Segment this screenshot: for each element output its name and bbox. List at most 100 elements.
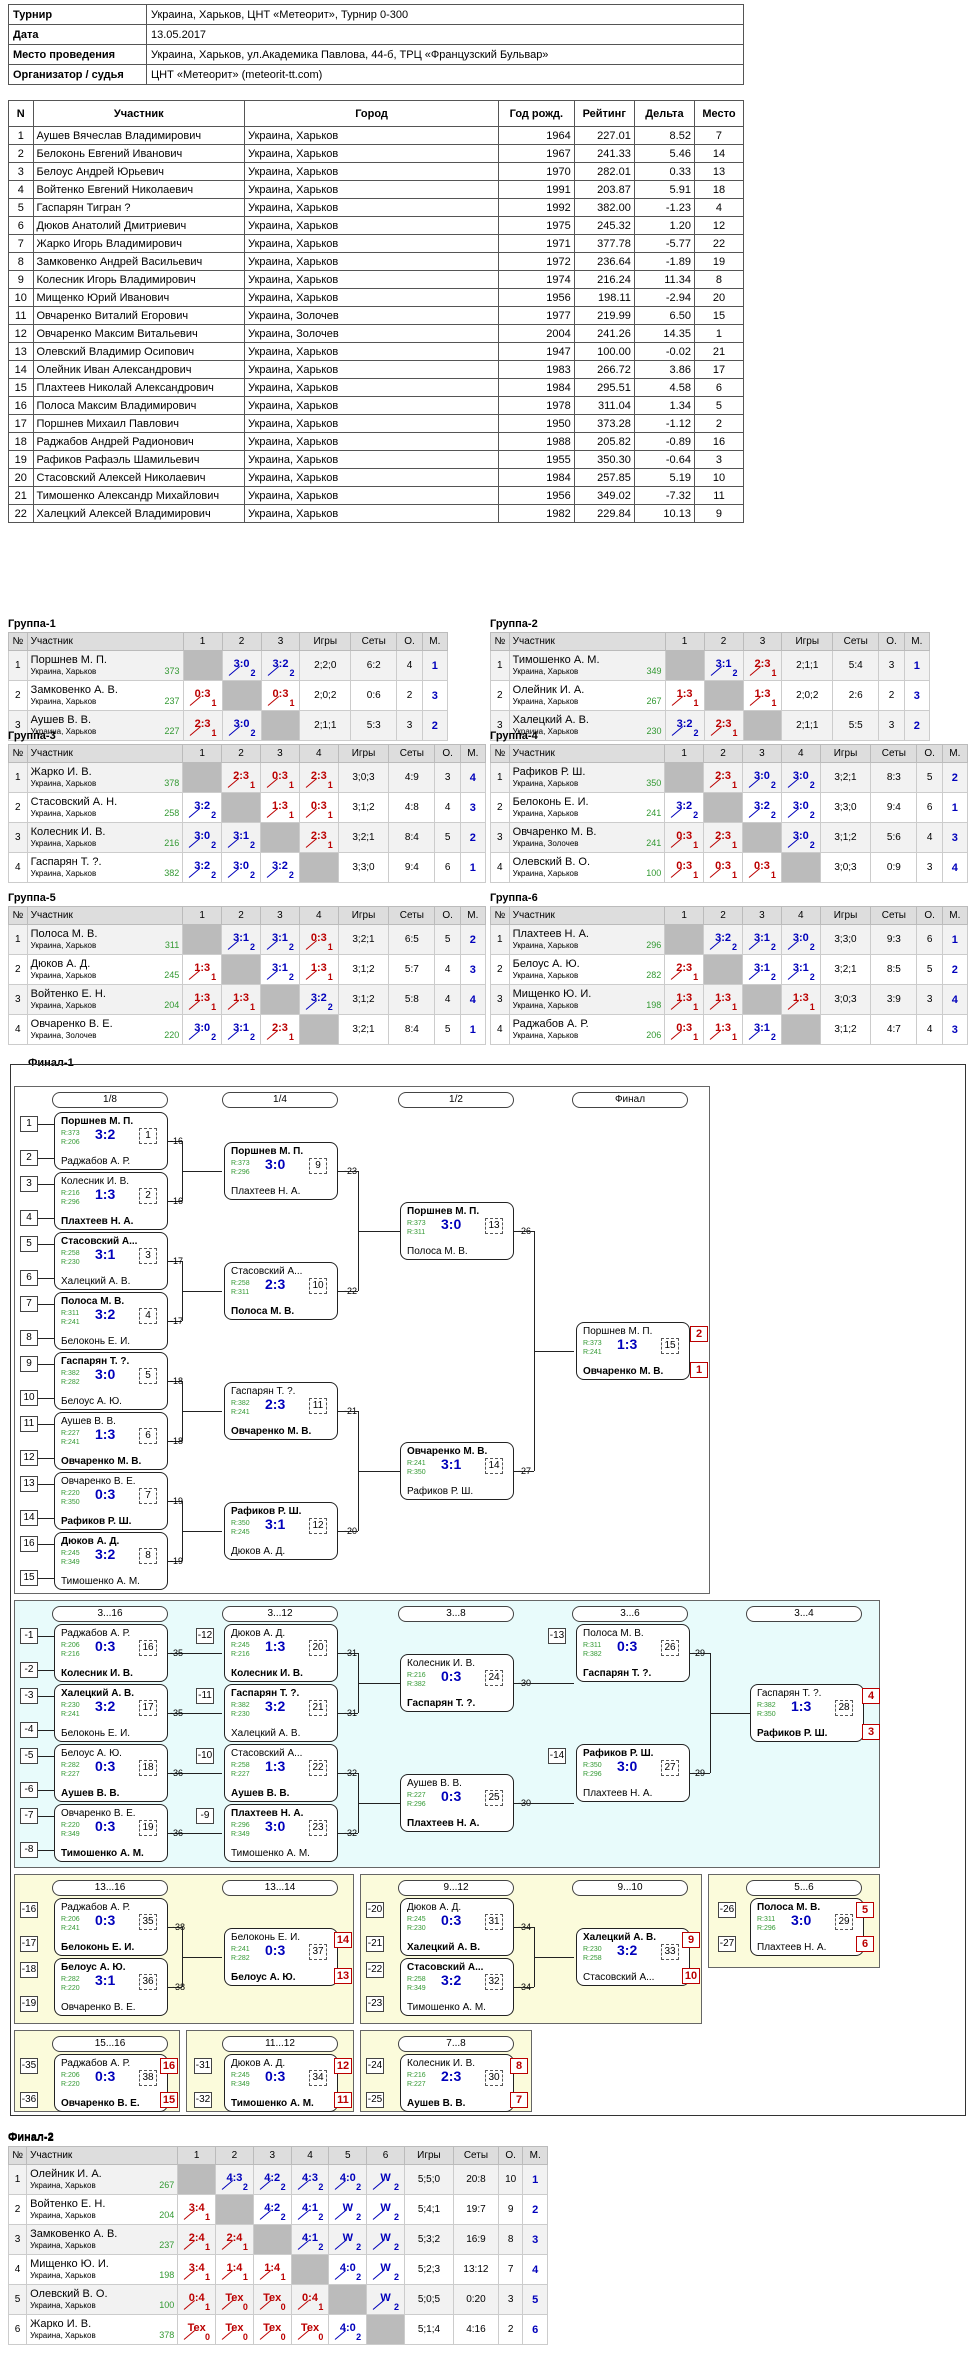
- seed-box: -5: [20, 1748, 38, 1764]
- seed-box: -16: [20, 1902, 38, 1918]
- player-cell: 6: [8, 216, 34, 235]
- group-header-col: 6: [366, 2146, 405, 2165]
- bracket-line: [38, 1850, 54, 1851]
- group-participant: Дюков А. Д. Украина, Харьков 245: [26, 954, 184, 985]
- result-box: 3:1 2: [743, 925, 781, 954]
- player-cell: 1970: [497, 162, 575, 181]
- group-result-cell: Tex 0: [252, 2284, 292, 2315]
- group-row: 3 Колесник И. В. Украина, Харьков 216 3:0 2 3:…: [8, 822, 487, 853]
- player-cell: 219.99: [573, 306, 635, 325]
- participant-name: Дюков А. Д.: [30, 957, 91, 970]
- player-cell: Украина, Харьков: [244, 288, 499, 307]
- round-label: 13...14: [222, 1880, 338, 1896]
- round-label: 3...8: [398, 1606, 514, 1622]
- match-rating-b: R:296: [583, 1771, 602, 1778]
- group-header-games: Игры: [781, 632, 834, 651]
- group-result-cell: 0:3 1: [742, 852, 782, 883]
- seed-box: -4: [20, 1722, 38, 1738]
- place-box: 7: [510, 2092, 528, 2108]
- player-cell: 1977: [497, 306, 575, 325]
- round-label: 1/8: [52, 1092, 168, 1108]
- result-box: 3:2 2: [183, 793, 221, 822]
- player-cell: 7: [8, 234, 34, 253]
- result-points: 1: [205, 2272, 211, 2282]
- result-points: 2: [211, 840, 217, 850]
- drop-label: -36: [170, 1828, 184, 1838]
- player-cell: -0.02: [633, 342, 695, 361]
- result-points: 2: [770, 780, 776, 790]
- group-header-place: М.: [522, 2146, 548, 2165]
- place-box: 3: [862, 1724, 880, 1740]
- players-header-cell: Город: [244, 100, 499, 127]
- player-cell: 203.87: [573, 180, 635, 199]
- group-header-no: №: [8, 632, 28, 651]
- group-result-cell: 3:0 2: [221, 650, 262, 681]
- match-player-b: Плахтеев Н. А.: [61, 1216, 134, 1227]
- match-number: 11: [309, 1398, 327, 1414]
- result-points: 1: [280, 2272, 286, 2282]
- place-box: 5: [856, 1902, 874, 1918]
- participant-rating: 204: [159, 2210, 175, 2220]
- player-cell: Украина, Харьков: [244, 252, 499, 271]
- result-box: 4:1 2: [292, 2225, 329, 2254]
- tournament-info-table: Турнир Украина, Харьков, ЦНТ «Метеорит», …: [8, 4, 744, 85]
- result-points: 1: [693, 1032, 699, 1042]
- match-score: 3:2: [617, 1942, 638, 1958]
- group-result-cell: W2: [328, 2224, 368, 2255]
- group-result-cell: W2: [366, 2284, 405, 2315]
- seed-box: -10: [196, 1748, 214, 1764]
- group-header-games: Игры: [337, 744, 390, 763]
- round-label: 5...6: [746, 1880, 862, 1896]
- player-cell: 0.33: [633, 162, 695, 181]
- result-points: 2: [211, 1032, 217, 1042]
- participant-city: Украина, Харьков: [30, 2240, 96, 2250]
- group-participant: Овчаренко В. Е. Украина, Золочев 220: [26, 1014, 184, 1045]
- player-row: 22 Халецкий Алексей Владимирович Украина, …: [8, 504, 745, 523]
- result-box: 0:3 1: [665, 823, 703, 852]
- player-cell: 4.58: [633, 378, 695, 397]
- participant-name: Халецкий А. В.: [512, 713, 589, 726]
- round-label: 13...16: [52, 1880, 168, 1896]
- group-table: № Участник 1 2 3 4 5 6 Игры Сеты О. М. 1 Олейник И. А…: [7, 2146, 548, 2345]
- group-result-cell: 0:3 1: [260, 762, 300, 793]
- seed-box: 9: [20, 1356, 38, 1372]
- player-cell: Жарко Игорь Владимирович: [32, 234, 246, 253]
- result-points: 1: [242, 2242, 248, 2252]
- group-points: 5: [434, 822, 461, 853]
- group-header-col: 3: [260, 744, 300, 763]
- group-result-cell: 3:0 2: [780, 762, 821, 793]
- group-header-place: М.: [421, 632, 449, 651]
- group-row-no: 6: [7, 2314, 28, 2345]
- bracket-line: [338, 1833, 358, 1834]
- group-result-cell: Tex 0: [290, 2314, 330, 2345]
- result-box: 2:4 1: [216, 2225, 253, 2254]
- bracket-line: [38, 1816, 54, 1817]
- participant-rating: 267: [159, 2180, 175, 2190]
- match-score: 0:3: [95, 1818, 116, 1834]
- group-place: 4: [459, 762, 487, 793]
- match-score: 2:3: [441, 2068, 462, 2084]
- match-number: 25: [485, 1790, 503, 1806]
- player-cell: 18: [693, 180, 745, 199]
- result-points: 1: [211, 972, 217, 982]
- players-header-cell: Участник: [32, 100, 246, 127]
- group-row-no: 4: [8, 1014, 28, 1045]
- group-participant: Мищенко Ю. И. Украина, Харьков 198: [26, 2254, 179, 2285]
- group-games: 2;1;1: [781, 710, 834, 741]
- info-key: Дата: [8, 24, 147, 45]
- bracket-line: [514, 1803, 574, 1804]
- player-cell: 198.11: [573, 288, 635, 307]
- bracket-match: Белоус А. Ю. R:282 R:220 3:1 36 Овчаренко В. …: [54, 1958, 168, 2016]
- bracket-line: [534, 1351, 574, 1352]
- result-box: 1:3 1: [665, 985, 703, 1014]
- match-number: 31: [485, 1914, 503, 1930]
- participant-name: Рафиков Р. Ш.: [512, 765, 586, 778]
- participant-city: Украина, Харьков: [30, 2270, 96, 2280]
- player-cell: -2.94: [633, 288, 695, 307]
- player-cell: 21: [693, 342, 745, 361]
- player-cell: 1983: [497, 360, 575, 379]
- match-number: 33: [661, 1944, 679, 1960]
- result-points: 1: [318, 2302, 324, 2312]
- result-points: 1: [771, 698, 777, 708]
- result-points: 1: [327, 942, 333, 952]
